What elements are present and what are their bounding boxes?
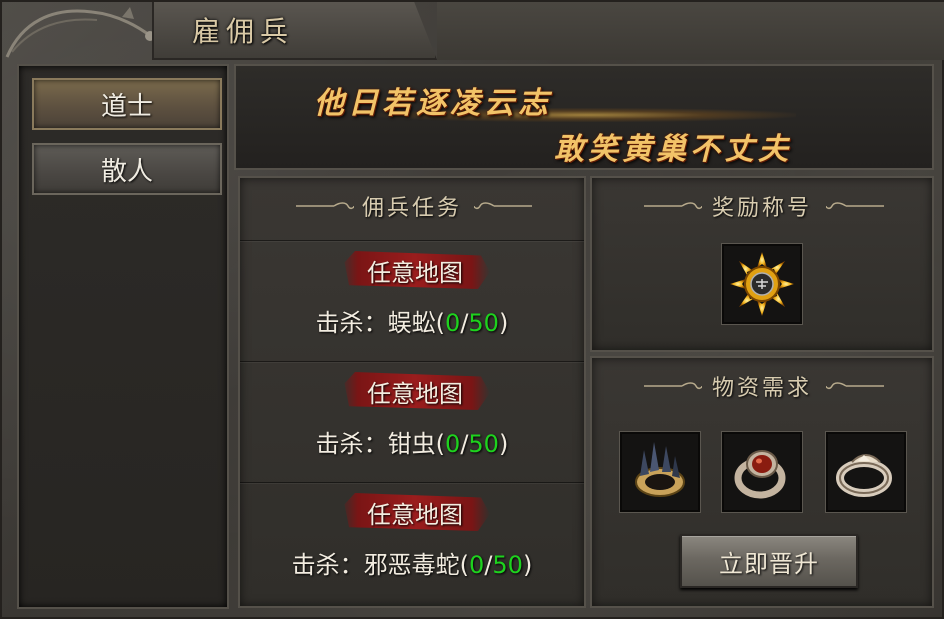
mercenary-window: 雇佣兵 道士 散人 他日若逐凌云志 敢笑黄巢不丈夫 佣兵任务 任意地图 击杀：蜈…	[0, 0, 944, 619]
kill-target: 钳虫	[387, 430, 436, 458]
paren-open: (	[459, 551, 470, 579]
slogan-banner: 他日若逐凌云志 敢笑黄巢不丈夫	[234, 64, 934, 170]
kill-total: 50	[468, 309, 499, 337]
slogan-line-2: 敢笑黄巢不丈夫	[554, 132, 792, 167]
class-sidebar: 道士 散人	[17, 64, 229, 609]
spiked-bracelet-icon	[635, 442, 685, 497]
kill-prefix: 击杀：	[291, 551, 364, 579]
upgrade-now-button[interactable]: 立即晋升	[680, 534, 858, 588]
mission-panel: 佣兵任务 任意地图 击杀：蜈蚣(0/50) 任意地图 击杀：钳虫(0/50) 任…	[238, 176, 586, 608]
sun-badge-icon	[730, 252, 794, 316]
reward-title-slot[interactable]	[722, 244, 802, 324]
reward-panel: 奖励称号	[590, 176, 934, 352]
kill-current: 0	[445, 430, 461, 458]
material-slot[interactable]	[620, 432, 700, 512]
paren-close: )	[498, 430, 509, 458]
slogan-line-1: 他日若逐凌云志	[314, 86, 552, 121]
kill-current: 0	[469, 551, 485, 579]
mission-kill-line: 击杀：钳虫(0/50)	[240, 424, 584, 458]
dragon-ornament-icon	[5, 7, 155, 58]
sidebar-item-freelancer[interactable]: 散人	[32, 143, 222, 195]
kill-target: 邪恶毒蛇	[363, 551, 460, 579]
mission-map-label: 任意地图	[367, 380, 463, 408]
kill-current: 0	[445, 309, 461, 337]
silver-ring-icon	[836, 454, 892, 497]
window-top-strip	[437, 2, 944, 60]
ruby-ring-icon	[734, 450, 786, 499]
mission-item: 任意地图 击杀：钳虫(0/50)	[240, 361, 584, 479]
flourish-right-icon	[826, 382, 884, 390]
kill-prefix: 击杀：	[315, 309, 388, 337]
kill-total: 50	[492, 551, 523, 579]
mission-item: 任意地图 击杀：邪恶毒蛇(0/50)	[240, 482, 584, 600]
flourish-right-icon	[474, 202, 532, 210]
kill-target: 蜈蚣	[387, 309, 436, 337]
paren-open: (	[435, 309, 446, 337]
paren-open: (	[435, 430, 446, 458]
paren-close: )	[498, 309, 509, 337]
materials-panel: 物资需求 立即晋升	[590, 356, 934, 608]
flourish-right-icon	[826, 202, 884, 210]
mission-item: 任意地图 击杀：蜈蚣(0/50)	[240, 240, 584, 358]
material-slot[interactable]	[826, 432, 906, 512]
kill-prefix: 击杀：	[315, 430, 388, 458]
kill-total: 50	[468, 430, 499, 458]
mission-kill-line: 击杀：蜈蚣(0/50)	[240, 303, 584, 337]
sidebar-item-taoist[interactable]: 道士	[32, 78, 222, 130]
material-slot[interactable]	[722, 432, 802, 512]
mission-map-label: 任意地图	[367, 259, 463, 287]
mission-kill-line: 击杀：邪恶毒蛇(0/50)	[240, 545, 584, 579]
mission-panel-title: 佣兵任务	[361, 196, 462, 221]
window-title: 雇佣兵	[192, 15, 295, 48]
paren-close: )	[522, 551, 533, 579]
mission-map-label: 任意地图	[367, 501, 463, 529]
